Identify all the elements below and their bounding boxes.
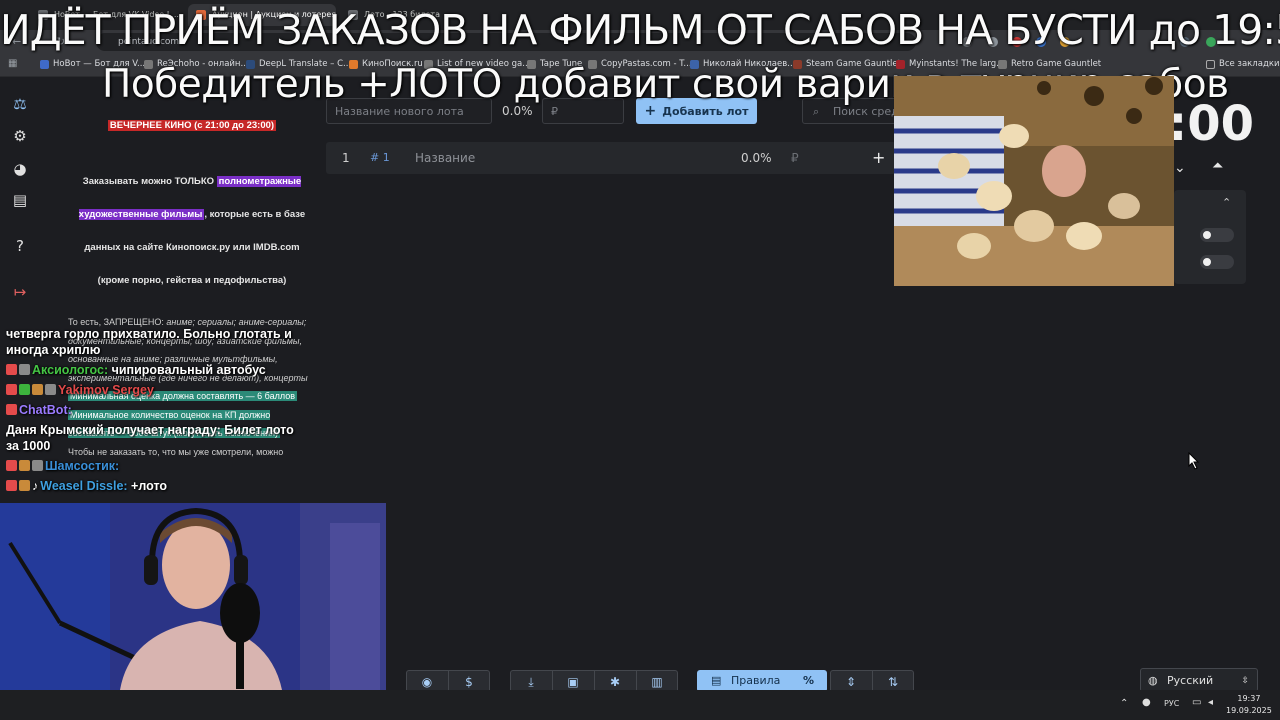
- chat-message: ♪ Weasel Dissle: +лото: [6, 478, 296, 494]
- chevron-up-double-icon[interactable]: ⏶: [1212, 158, 1223, 174]
- bookmark-favicon-icon: [40, 60, 49, 69]
- settings-toggle[interactable]: [1200, 228, 1234, 242]
- streamer-webcam: [0, 503, 386, 690]
- percent-icon: %: [803, 674, 815, 687]
- gavel-icon[interactable]: ⚖: [10, 94, 30, 114]
- chevron-down-icon[interactable]: ⌄: [1174, 160, 1186, 176]
- moderator-badge-icon: [19, 384, 30, 395]
- lot-row[interactable]: 1 # 1 Название 0.0% ₽ +: [326, 142, 896, 174]
- settings-toggle[interactable]: [1200, 255, 1234, 269]
- live-badge-icon: [6, 364, 17, 375]
- live-badge-icon: [6, 460, 17, 471]
- toggle-knob: [1200, 228, 1214, 242]
- network-icon[interactable]: ▭: [1192, 697, 1201, 708]
- verified-badge-icon: [45, 384, 56, 395]
- webcam-picture: [0, 503, 386, 690]
- rules-exclusions: (кроме порно, гейства и педофильства): [97, 274, 287, 286]
- add-amount-button[interactable]: +: [872, 142, 885, 174]
- lot-percent: 0.0%: [741, 151, 772, 165]
- user-badge-icon: [32, 460, 43, 471]
- live-badge-icon: [6, 384, 17, 395]
- os-taskbar: ⌃ ● РУС ▭ ◂ 19:37 19.09.2025: [0, 690, 1280, 720]
- mouse-cursor-icon: [1188, 452, 1200, 470]
- chat-message: Yakimov Sergey: [6, 382, 296, 398]
- meme-video-overlay: [894, 76, 1174, 286]
- user-badge-icon: [19, 480, 30, 491]
- lot-name[interactable]: Название: [415, 142, 475, 174]
- stream-chat: четверга горло прихватило. Больно глотат…: [6, 326, 296, 498]
- wheel-icon[interactable]: ◕: [10, 159, 30, 179]
- language-select[interactable]: ◍ Русский ⇳: [1140, 668, 1258, 692]
- lot-index: 1: [342, 151, 350, 165]
- lot-tag: # 1: [370, 151, 390, 164]
- tray-expand-icon[interactable]: ⌃: [1120, 698, 1128, 709]
- chat-message: Даня Крымский получает награду: Билет ло…: [6, 423, 294, 453]
- clipboard-icon[interactable]: ▤: [10, 190, 30, 210]
- volume-icon[interactable]: ◂: [1208, 697, 1213, 708]
- clock[interactable]: 19:37 19.09.2025: [1226, 693, 1272, 717]
- settings-panel: ⌃: [1174, 190, 1246, 284]
- meme-video-picture: [894, 76, 1174, 286]
- chat-message: Шамсостик:: [6, 458, 296, 474]
- stream-banner-line-1: ИДЁТ ПРИЁМ ЗАКАЗОВ НА ФИЛЬМ ОТ САБОВ НА …: [0, 6, 1280, 54]
- collapse-icon[interactable]: ⌃: [1222, 196, 1231, 209]
- timer-controls: ⌄ ⏶: [1170, 158, 1260, 180]
- chat-message: ChatBot:: [6, 402, 296, 418]
- keyboard-language[interactable]: РУС: [1164, 699, 1179, 708]
- live-badge-icon: [6, 404, 17, 415]
- chat-message: Аксиологос: чипировальный автобус: [6, 362, 296, 378]
- apps-grid-icon[interactable]: ▦: [8, 58, 17, 69]
- tiktok-icon: ♪: [32, 479, 39, 493]
- live-badge-icon: [6, 480, 17, 491]
- user-badge-icon: [32, 384, 43, 395]
- chat-message: четверга горло прихватило. Больно глотат…: [6, 327, 292, 357]
- rules-panel: ВЕЧЕРНЕЕ КИНО (с 21:00 до 23:00) Заказыв…: [64, 118, 320, 297]
- logout-icon[interactable]: ↦: [10, 282, 30, 302]
- list-icon: ▤: [711, 674, 722, 687]
- rules-title: ВЕЧЕРНЕЕ КИНО (с 21:00 до 23:00): [107, 120, 277, 131]
- lot-currency[interactable]: ₽: [791, 142, 799, 174]
- help-icon[interactable]: ?: [10, 236, 30, 256]
- user-badge-icon: [19, 364, 30, 375]
- toggle-knob: [1200, 255, 1214, 269]
- gear-icon[interactable]: ⚙: [10, 126, 30, 146]
- rules-toggle-button[interactable]: ▤ Правила %: [697, 670, 827, 692]
- user-badge-icon: [19, 460, 30, 471]
- microphone-icon[interactable]: ●: [1142, 697, 1151, 708]
